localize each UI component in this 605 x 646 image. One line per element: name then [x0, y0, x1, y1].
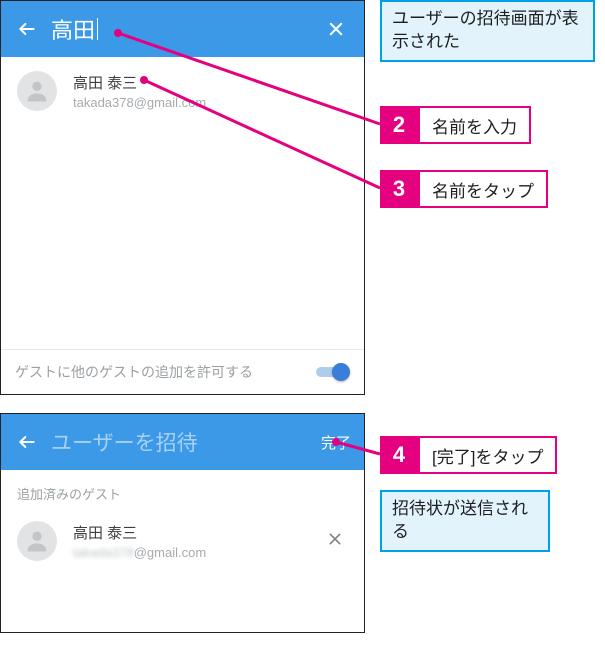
guest-email: takada378@gmail.com [73, 545, 320, 560]
guest-search-input[interactable]: ユーザーを招待 [51, 428, 318, 456]
allow-guests-label: ゲストに他のゲストの追加を許可する [15, 362, 316, 382]
back-arrow-icon[interactable] [11, 13, 43, 45]
step-4: 4 [完了]をタップ [380, 436, 557, 474]
added-guest-item: 高田 泰三 takada378@gmail.com [1, 507, 364, 575]
remove-guest-button[interactable] [320, 530, 350, 553]
guest-email-blurred: takada378 [73, 545, 134, 560]
step-number: 2 [380, 106, 418, 144]
invite-confirm-screen: ユーザーを招待 完了 追加済みのゲスト 高田 泰三 takada378@gmai… [0, 413, 365, 633]
guest-search-input[interactable]: 高田 [51, 15, 318, 43]
back-arrow-icon[interactable] [11, 426, 43, 458]
callout-invite-sent: 招待状が送信される [380, 490, 550, 552]
step-label: 名前を入力 [418, 106, 531, 144]
guest-text: 高田 泰三 takada378@gmail.com [73, 522, 320, 560]
text-caret [97, 18, 98, 40]
result-email: takada378@gmail.com [73, 95, 350, 110]
allow-guests-row: ゲストに他のゲストの追加を許可する [1, 349, 364, 394]
toolbar: 高田 [1, 1, 364, 57]
step-3: 3 名前をタップ [380, 170, 548, 208]
guest-search-placeholder: ユーザーを招待 [51, 427, 198, 457]
callout-screen-shown: ユーザーの招待画面が表示された [380, 0, 595, 62]
step-label: [完了]をタップ [418, 436, 557, 474]
result-text: 高田 泰三 takada378@gmail.com [73, 72, 350, 110]
close-icon[interactable] [318, 20, 354, 38]
invite-search-screen: 高田 高田 泰三 takada378@gmail.com ゲストに他のゲストの追… [0, 0, 365, 395]
done-button[interactable]: 完了 [318, 432, 354, 453]
search-result-item[interactable]: 高田 泰三 takada378@gmail.com [1, 57, 364, 125]
avatar [17, 521, 57, 561]
step-2: 2 名前を入力 [380, 106, 531, 144]
result-name: 高田 泰三 [73, 72, 350, 93]
search-results: 高田 泰三 takada378@gmail.com [1, 57, 364, 349]
added-guests-label: 追加済みのゲスト [1, 470, 364, 507]
step-label: 名前をタップ [418, 170, 548, 208]
avatar [17, 71, 57, 111]
guest-search-value: 高田 [51, 13, 95, 45]
allow-guests-toggle[interactable] [316, 363, 350, 381]
step-number: 4 [380, 436, 418, 474]
toolbar: ユーザーを招待 完了 [1, 414, 364, 470]
guest-name: 高田 泰三 [73, 522, 320, 543]
guest-email-domain: @gmail.com [134, 545, 206, 560]
step-number: 3 [380, 170, 418, 208]
